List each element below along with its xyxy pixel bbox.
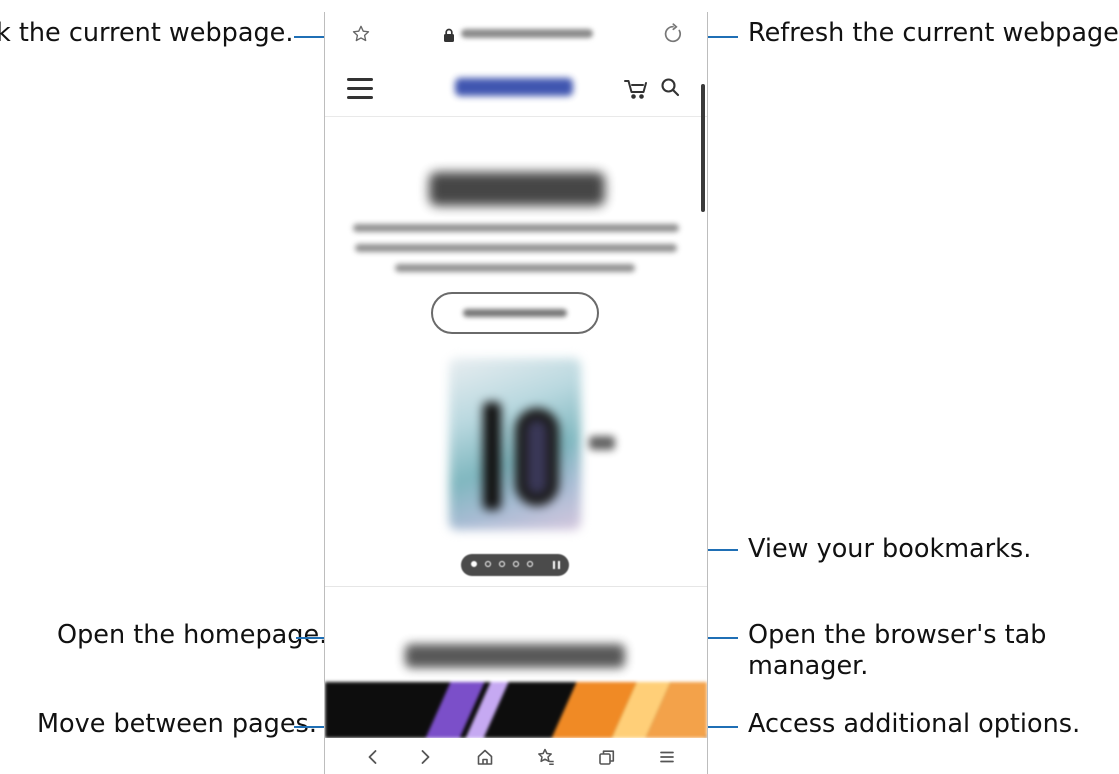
- hero-text-line: [353, 224, 679, 232]
- site-logo[interactable]: [455, 78, 573, 96]
- site-header: [325, 60, 707, 117]
- hero-text-line: [355, 244, 677, 252]
- url-bar: [325, 12, 707, 60]
- callout-bookmark-current: k the current webpage.: [0, 18, 294, 48]
- url-text-blurred: [461, 29, 593, 38]
- learn-more-label-blurred: [463, 309, 567, 317]
- cart-icon[interactable]: [623, 76, 649, 100]
- search-icon[interactable]: [659, 76, 681, 98]
- carousel-dot[interactable]: [499, 561, 505, 567]
- carousel-dot[interactable]: [485, 561, 491, 567]
- pause-icon[interactable]: [553, 561, 560, 569]
- carousel-dot-active[interactable]: [471, 561, 477, 567]
- hamburger-icon[interactable]: [347, 78, 373, 99]
- promo-side-blurred: [589, 436, 615, 450]
- divider: [325, 586, 707, 587]
- banner-image[interactable]: [325, 682, 707, 738]
- carousel-dot[interactable]: [513, 561, 519, 567]
- callout-view-bookmarks: View your bookmarks.: [748, 534, 1032, 564]
- tabs-icon[interactable]: [595, 745, 619, 769]
- callout-move-pages: Move between pages.: [37, 709, 317, 739]
- carousel-indicator[interactable]: [461, 554, 569, 576]
- callout-homepage: Open the homepage.: [57, 620, 328, 650]
- callout-tab-manager: Open the browser's tab manager.: [748, 620, 1047, 681]
- menu-icon[interactable]: [655, 745, 679, 769]
- callout-more-options: Access additional options.: [748, 709, 1081, 739]
- chevron-right-icon[interactable]: [413, 745, 437, 769]
- refresh-icon[interactable]: [661, 22, 685, 46]
- lock-icon: [443, 27, 455, 42]
- url-text[interactable]: [461, 26, 593, 42]
- learn-more-button[interactable]: [431, 292, 599, 334]
- star-icon[interactable]: [351, 24, 371, 44]
- scrollbar[interactable]: [701, 84, 705, 212]
- promo-image[interactable]: [449, 358, 581, 530]
- bottom-toolbar: [325, 738, 707, 774]
- chevron-left-icon[interactable]: [361, 745, 385, 769]
- hero-title-blurred: [429, 172, 605, 206]
- carousel-dot[interactable]: [527, 561, 533, 567]
- callout-refresh: Refresh the current webpage.: [748, 18, 1119, 48]
- section-title-blurred: [405, 644, 625, 668]
- hero-text-line: [395, 264, 635, 272]
- home-icon[interactable]: [473, 745, 497, 769]
- bookmarks-icon[interactable]: [534, 745, 558, 769]
- phone-screen: [324, 12, 708, 774]
